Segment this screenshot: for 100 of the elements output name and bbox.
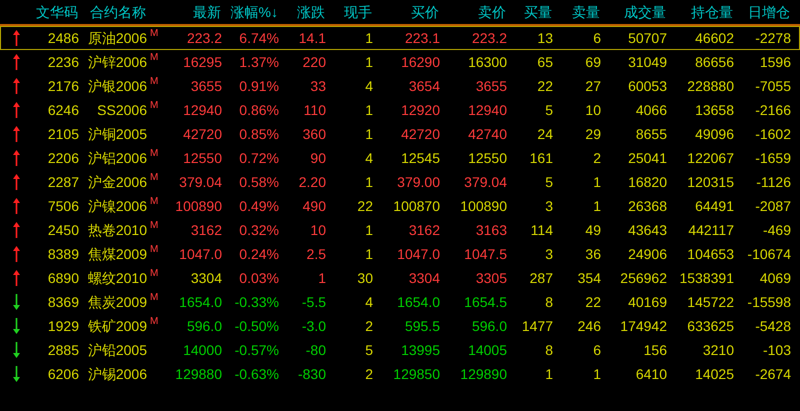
stat-cell-text: 36 (584, 244, 601, 264)
column-header[interactable]: 日增仓 (733, 2, 790, 22)
quote-cell-text: 2.20 (298, 173, 326, 191)
column-header[interactable]: 最新 (162, 2, 221, 22)
quote-row[interactable]: 8389 焦煤2009 M 1047.0 0.24% 2.5 1 1047.0 1047.5 3 36 24906 104653 -10674 (0, 242, 800, 266)
price-cell-text: 129890 (459, 365, 507, 383)
code-cell-text: 2206 (46, 148, 79, 168)
quote-cell-text: 3304 (190, 269, 222, 287)
quote-cell-text: 0.86% (238, 101, 279, 119)
quote-cell-text: 223.2 (186, 29, 222, 47)
quote-row[interactable]: 6206 沪锡2006 129880 -0.63% -830 2 129850 129890 1 1 6410 14025 -2674 (0, 362, 800, 386)
quote-row[interactable]: 6246 SS2006 M 12940 0.86% 110 1 12920 12940 5 10 4066 13658 -2166 (0, 98, 800, 122)
quote-row[interactable]: 2105 沪铜2005 42720 0.85% 360 1 42720 42740 24 29 8655 49096 -1602 (0, 122, 800, 146)
price-cell-text: 379.00 (396, 173, 440, 191)
stat-cell-text: -7055 (754, 76, 791, 96)
quote-cell-text: 10 (309, 221, 326, 239)
stat-cell-text: 40169 (627, 292, 667, 312)
stat-cell-text: 24906 (627, 244, 667, 264)
hand-cell-text: 4 (364, 148, 373, 168)
stat-cell-text: 8 (544, 340, 553, 360)
column-header[interactable]: 涨幅%↓ (221, 2, 278, 22)
stat-cell-text: -469 (762, 220, 791, 240)
quote-cell-text: 379.04 (178, 173, 222, 191)
column-header[interactable]: 现手 (325, 2, 372, 22)
quote-row[interactable]: 2450 热卷2010 M 3162 0.32% 10 1 3162 3163 114 49 43643 442117 -469 (0, 218, 800, 242)
price-cell-text: 100870 (392, 197, 440, 215)
stat-cell-text: 22 (536, 76, 553, 96)
stat-cell-text: -1126 (755, 172, 791, 192)
column-header[interactable]: 卖量 (552, 2, 600, 22)
quote-row[interactable]: 1929 铁矿2009 M 596.0 -0.50% -3.0 2 595.5 596.0 1477 246 174942 633625 -5428 (0, 314, 800, 338)
quote-cell-text: 1047.0 (178, 245, 222, 263)
quote-cell-text: 2.5 (306, 245, 326, 263)
price-cell-text: 223.1 (404, 29, 440, 47)
column-header[interactable]: 成交量 (600, 2, 666, 22)
stat-cell-text: -103 (762, 340, 791, 360)
contract-name: 螺纹2010 (86, 268, 147, 288)
stat-cell-text: -1602 (754, 124, 791, 144)
stat-cell-text: 4066 (634, 100, 667, 120)
price-cell-text: 12920 (400, 101, 440, 119)
stat-cell-text: 1 (592, 196, 601, 216)
stat-cell-text: 49 (584, 220, 601, 240)
column-header[interactable]: 合约名称 (78, 2, 162, 22)
up-arrow-icon (13, 198, 20, 214)
main-contract-label: M (150, 146, 158, 160)
quote-row[interactable]: 2176 沪银2006 M 3655 0.91% 33 4 3654 3655 22 27 60053 228880 -7055 (0, 74, 800, 98)
quote-cell-text: 6.74% (238, 29, 279, 47)
quote-cell-text: 110 (302, 101, 326, 119)
quote-cell-text: -5.5 (300, 293, 326, 311)
stat-cell-text: 633625 (686, 316, 734, 336)
main-contract-label: M (150, 98, 158, 112)
quote-row[interactable]: 7506 沪镍2006 M 100890 0.49% 490 22 100870 100890 3 1 26368 64491 -2087 (0, 194, 800, 218)
quote-row[interactable]: 2206 沪铝2006 M 12550 0.72% 90 4 12545 12550 161 2 25041 122067 -1659 (0, 146, 800, 170)
main-contract-label: M (150, 266, 158, 280)
hand-cell-text: 2 (364, 364, 373, 384)
column-header[interactable]: 买价 (372, 2, 439, 22)
stat-cell-text: 46602 (694, 28, 734, 48)
code-cell-text: 2450 (46, 220, 79, 240)
column-header[interactable]: 涨跌 (278, 2, 325, 22)
stat-cell-text: 1477 (520, 316, 553, 336)
price-cell-text: 16300 (467, 53, 507, 71)
column-header[interactable]: 卖价 (439, 2, 506, 22)
stat-cell-text: 16820 (627, 172, 667, 192)
quote-cell-text: 360 (302, 125, 326, 143)
quote-row[interactable]: 2885 沪铅2005 14000 -0.57% -80 5 13995 14005 8 6 156 3210 -103 (0, 338, 800, 362)
main-contract-label: M (150, 50, 158, 64)
quote-cell-text: 129880 (174, 365, 222, 383)
stat-cell-text: 24 (536, 124, 553, 144)
hand-cell-text: 1 (364, 100, 373, 120)
quote-cell-text: 490 (302, 197, 326, 215)
contract-name: 铁矿2009 (86, 316, 147, 336)
quote-row[interactable]: 2486 原油2006 M 223.2 6.74% 14.1 1 223.1 223.2 13 6 50707 46602 -2278 (0, 26, 800, 50)
quote-cell-text: 596.0 (186, 317, 222, 335)
stat-cell-text: 156 (642, 340, 667, 360)
column-header[interactable]: 文华码 (22, 2, 78, 22)
quote-row[interactable]: 6890 螺纹2010 M 3304 0.03% 1 30 3304 3305 287 354 256962 1538391 4069 (0, 266, 800, 290)
price-cell-text: 3163 (474, 221, 507, 239)
stat-cell-text: 1 (592, 172, 601, 192)
code-cell-text: 6206 (46, 364, 79, 384)
quote-cell-text: 0.49% (238, 197, 279, 215)
quote-cell-text: 42720 (182, 125, 222, 143)
stat-cell-text: 86656 (694, 52, 734, 72)
up-arrow-icon (13, 102, 20, 118)
quote-row[interactable]: 2287 沪金2006 M 379.04 0.58% 2.20 1 379.00 379.04 5 1 16820 120315 -1126 (0, 170, 800, 194)
price-cell-text: 42720 (400, 125, 440, 143)
quote-row[interactable]: 2236 沪锌2006 M 16295 1.37% 220 1 16290 16300 65 69 31049 86656 1596 (0, 50, 800, 74)
stat-cell-text: 65 (536, 52, 553, 72)
up-arrow-icon (13, 54, 20, 70)
hand-cell-text: 4 (364, 76, 373, 96)
column-header[interactable]: 买量 (506, 2, 552, 22)
hand-cell-text: 22 (356, 196, 373, 216)
quote-cell-text: 3162 (190, 221, 222, 239)
stat-cell-text: -1659 (754, 148, 791, 168)
column-header[interactable]: 持仓量 (666, 2, 733, 22)
quote-cell-text: -830 (296, 365, 326, 383)
up-arrow-icon (13, 222, 20, 238)
price-cell-text: 12550 (467, 149, 507, 167)
quote-row[interactable]: 8369 焦炭2009 M 1654.0 -0.33% -5.5 4 1654.0 1654.5 8 22 40169 145722 -15598 (0, 290, 800, 314)
quote-cell-text: 0.32% (238, 221, 279, 239)
stat-cell-text: 5 (544, 100, 553, 120)
price-cell-text: 3162 (408, 221, 440, 239)
